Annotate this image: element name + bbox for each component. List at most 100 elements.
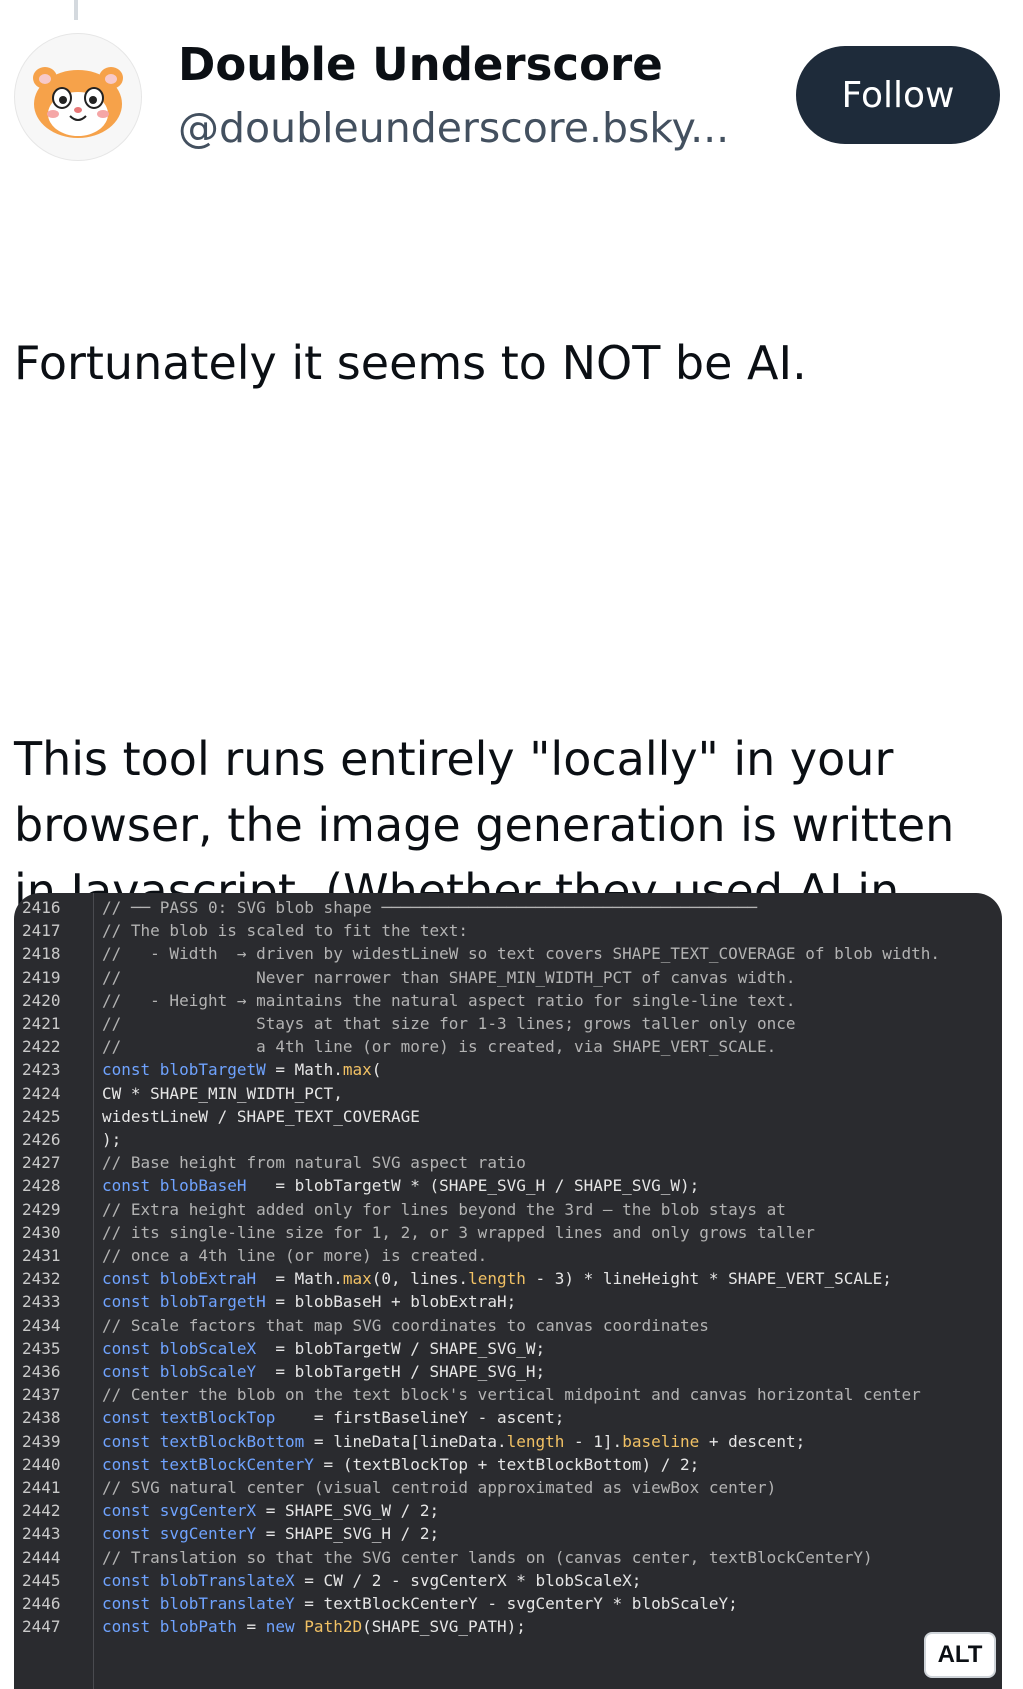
code-token: blobPath bbox=[159, 1617, 237, 1637]
code-line-number: 2435 bbox=[22, 1338, 61, 1358]
code-line: 2436 const blobScaleY = blobTargetH / SHA… bbox=[14, 1359, 1002, 1384]
code-token: ); bbox=[102, 1130, 122, 1149]
code-line-number: 2428 bbox=[22, 1176, 61, 1196]
code-token: const bbox=[102, 1176, 160, 1196]
code-line: 2426); bbox=[14, 1127, 1002, 1152]
code-token: // Base height from natural SVG aspect r… bbox=[102, 1153, 526, 1173]
code-token: const bbox=[102, 1338, 160, 1358]
code-line: 2418 // - Width → driven by widestLineW s… bbox=[14, 941, 1002, 966]
author-handle[interactable]: @doubleunderscore.bsky... bbox=[178, 104, 729, 152]
code-token: blobBaseH bbox=[159, 1176, 247, 1196]
code-line-number: 2425 bbox=[22, 1106, 61, 1126]
code-line-text: const blobTranslateY = textBlockCenterY … bbox=[102, 1591, 738, 1616]
code-line-number: 2416 bbox=[22, 898, 61, 917]
code-token: // once a 4th line (or more) is created. bbox=[102, 1246, 488, 1265]
code-line: 2428 const blobBaseH = blobTargetW * (SHA… bbox=[14, 1173, 1002, 1198]
code-line-number: 2447 bbox=[22, 1617, 61, 1637]
code-token: textBlockCenterY bbox=[159, 1454, 314, 1474]
code-token: + descent; bbox=[699, 1431, 806, 1451]
code-screenshot-image[interactable]: 2416 // ── PASS 0: SVG blob shape ───────… bbox=[14, 893, 1002, 1689]
code-line: 2420 // - Height → maintains the natural … bbox=[14, 988, 1002, 1013]
code-line-text: // - Width → driven by widestLineW so te… bbox=[102, 941, 940, 966]
code-line: 2435 const blobScaleX = blobTargetW / SHA… bbox=[14, 1336, 1002, 1361]
code-token: const bbox=[102, 1292, 160, 1312]
code-line-text: const blobBaseH = blobTargetW * (SHAPE_S… bbox=[102, 1173, 699, 1198]
code-token: svgCenterX bbox=[159, 1501, 257, 1521]
hamster-avatar-icon[interactable] bbox=[14, 33, 142, 161]
code-line: 2417 // The blob is scaled to fit the tex… bbox=[14, 918, 1002, 943]
code-line-number: 2443 bbox=[22, 1524, 61, 1544]
code-line-number: 2433 bbox=[22, 1292, 61, 1312]
code-line: 2421 // Stays at that size for 1-3 lines;… bbox=[14, 1011, 1002, 1036]
code-line: 2433 const blobTargetH = blobBaseH + blob… bbox=[14, 1289, 1002, 1314]
post-paragraph: Fortunately it seems to NOT be AI. bbox=[14, 336, 807, 390]
code-line-number: 2432 bbox=[22, 1269, 61, 1289]
avatar-hamster-art bbox=[33, 67, 123, 138]
code-token: // Translation so that the SVG center la… bbox=[102, 1547, 873, 1567]
code-line-text: const blobScaleY = blobTargetH / SHAPE_S… bbox=[102, 1359, 545, 1384]
code-token: Path2D bbox=[304, 1617, 363, 1637]
follow-button[interactable]: Follow bbox=[796, 46, 1000, 144]
code-line-number: 2423 bbox=[22, 1060, 61, 1080]
code-line-number: 2436 bbox=[22, 1362, 61, 1381]
code-token: widestLineW / SHAPE_TEXT_COVERAGE bbox=[102, 1106, 420, 1126]
code-token: blobScaleX bbox=[159, 1338, 257, 1358]
code-line-text: // a 4th line (or more) is created, via … bbox=[102, 1034, 776, 1059]
code-token: = firstBaselineY - ascent; bbox=[275, 1408, 565, 1428]
code-line: 2431 // once a 4th line (or more) is crea… bbox=[14, 1243, 1002, 1268]
code-token: const bbox=[102, 1060, 160, 1080]
code-token: textBlockTop bbox=[159, 1408, 276, 1428]
code-line: 2419 // Never narrower than SHAPE_MIN_WID… bbox=[14, 965, 1002, 990]
author-display-name[interactable]: Double Underscore bbox=[178, 38, 663, 91]
code-token: // Never narrower than SHAPE_MIN_WIDTH_P… bbox=[102, 967, 796, 987]
code-token: = SHAPE_SVG_H / 2; bbox=[256, 1524, 440, 1544]
code-token: new bbox=[265, 1617, 305, 1637]
code-line: 2437 // Center the blob on the text block… bbox=[14, 1382, 1002, 1407]
code-token: blobTargetW bbox=[159, 1060, 266, 1080]
code-line: 2434 // Scale factors that map SVG coordi… bbox=[14, 1313, 1002, 1338]
code-token: const bbox=[102, 1269, 160, 1289]
code-line-text: // SVG natural center (visual centroid a… bbox=[102, 1475, 776, 1500]
code-token: const bbox=[102, 1524, 160, 1544]
code-token: = SHAPE_SVG_W / 2; bbox=[256, 1501, 440, 1521]
code-line-text: // once a 4th line (or more) is created. bbox=[102, 1243, 487, 1268]
code-token: // Center the blob on the text block's v… bbox=[102, 1385, 921, 1405]
code-token: = textBlockCenterY - svgCenterY * blobSc… bbox=[294, 1594, 738, 1613]
code-line-text: const blobTargetH = blobBaseH + blobExtr… bbox=[102, 1289, 516, 1314]
code-line: 2425 widestLineW / SHAPE_TEXT_COVERAGE bbox=[14, 1104, 1002, 1129]
code-line-text: ); bbox=[102, 1127, 121, 1152]
code-token: = bbox=[236, 1617, 266, 1637]
code-line-text: // Center the blob on the text block's v… bbox=[102, 1382, 921, 1407]
code-line-text: const textBlockTop = firstBaselineY - as… bbox=[102, 1405, 564, 1430]
code-line-number: 2439 bbox=[22, 1431, 61, 1451]
code-line-number: 2429 bbox=[22, 1199, 61, 1219]
code-line-text: const blobTargetW = Math.max( bbox=[102, 1057, 381, 1082]
code-token: const bbox=[102, 1431, 160, 1451]
code-token: // - Width → driven by widestLineW so te… bbox=[102, 944, 941, 964]
code-token: blobTargetH bbox=[159, 1292, 266, 1312]
code-token: = Math. bbox=[265, 1060, 343, 1080]
code-token: const bbox=[102, 1570, 160, 1590]
code-line: 2424 CW * SHAPE_MIN_WIDTH_PCT, bbox=[14, 1081, 1002, 1106]
alt-text-button[interactable]: ALT bbox=[924, 1632, 996, 1678]
code-line-text: const svgCenterY = SHAPE_SVG_H / 2; bbox=[102, 1521, 439, 1546]
code-line-number: 2442 bbox=[22, 1501, 61, 1521]
code-token: = blobTargetH / SHAPE_SVG_H; bbox=[256, 1362, 546, 1381]
code-line-text: const textBlockBottom = lineData[lineDat… bbox=[102, 1429, 805, 1454]
code-token: // Scale factors that map SVG coordinate… bbox=[102, 1315, 709, 1335]
thread-connector-line bbox=[74, 0, 78, 20]
code-token: // ── PASS 0: SVG blob shape ───────────… bbox=[102, 898, 758, 917]
code-line-text: CW * SHAPE_MIN_WIDTH_PCT, bbox=[102, 1081, 343, 1106]
code-line: 2430 // its single-line size for 1, 2, or… bbox=[14, 1220, 1002, 1245]
code-token: = lineData[lineData. bbox=[304, 1431, 507, 1451]
code-token: const bbox=[102, 1501, 160, 1521]
code-line-number: 2420 bbox=[22, 990, 61, 1010]
code-line: 2438 const textBlockTop = firstBaselineY … bbox=[14, 1405, 1002, 1430]
code-line-number: 2446 bbox=[22, 1594, 61, 1613]
code-token: blobExtraH bbox=[159, 1269, 257, 1289]
code-line: 2416 // ── PASS 0: SVG blob shape ───────… bbox=[14, 895, 1002, 920]
code-line-number: 2422 bbox=[22, 1037, 61, 1057]
code-line-text: // Scale factors that map SVG coordinate… bbox=[102, 1313, 709, 1338]
code-line-text: // Never narrower than SHAPE_MIN_WIDTH_P… bbox=[102, 965, 796, 990]
code-token: const bbox=[102, 1594, 160, 1613]
